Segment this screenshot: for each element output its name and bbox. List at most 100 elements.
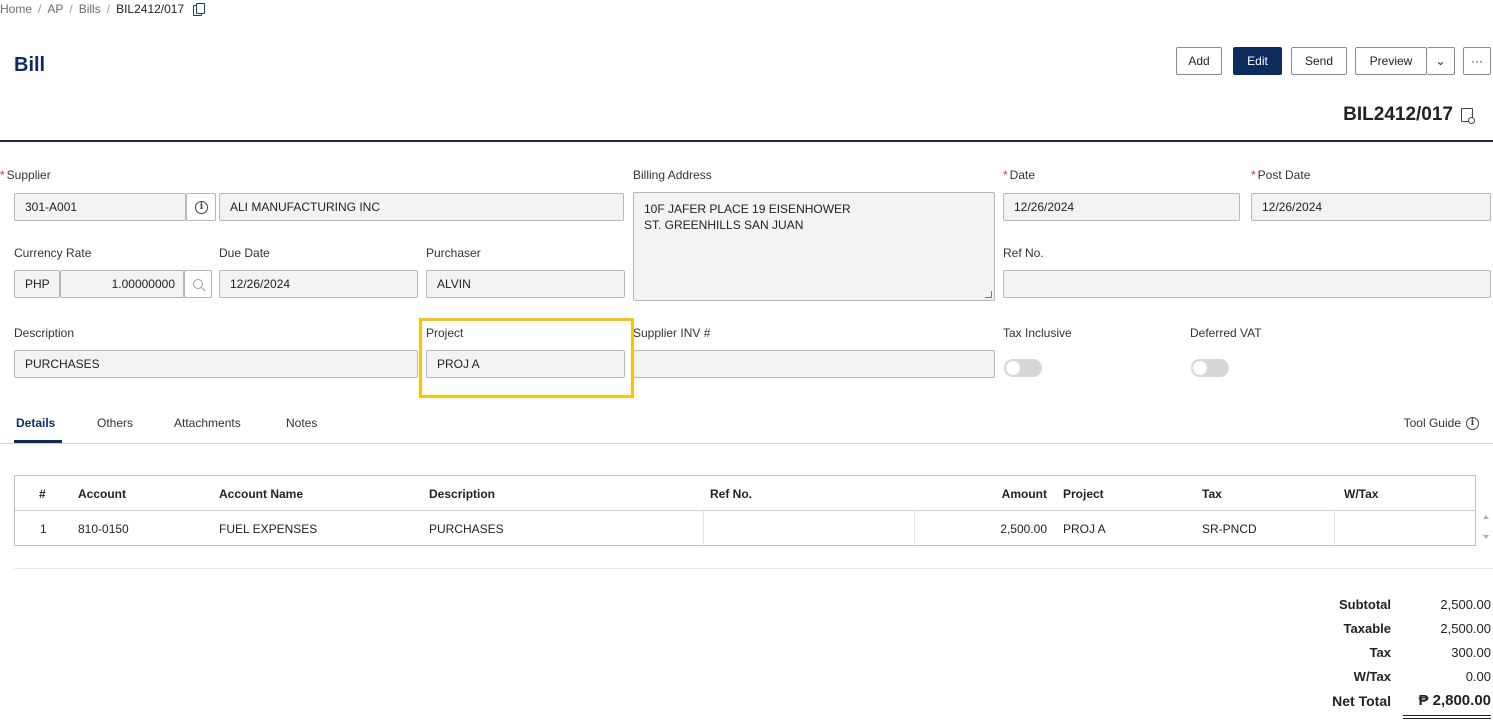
tax-label: Tax — [1369, 645, 1391, 660]
copy-icon[interactable] — [193, 3, 206, 16]
ref-no-field[interactable] — [1003, 270, 1491, 298]
subtotal-value: 2,500.00 — [1440, 597, 1491, 612]
header-divider — [0, 140, 1493, 142]
supplier-label: * Supplier — [0, 168, 51, 182]
column-header-ref-no[interactable]: Ref No. — [710, 476, 752, 511]
post-date-label: * Post Date — [1251, 168, 1311, 182]
ref-no-label: Ref No. — [1003, 246, 1044, 260]
tab-details[interactable]: Details — [16, 416, 55, 430]
supplier-name-field[interactable]: ALI MANUFACTURING INC — [219, 193, 624, 221]
tax-value: 300.00 — [1451, 645, 1491, 660]
chevron-down-icon: ⌄ — [1435, 54, 1446, 68]
rate-lookup-button[interactable] — [184, 270, 212, 298]
breadcrumb-separator: / — [38, 2, 42, 16]
tax-inclusive-toggle[interactable] — [1004, 359, 1042, 377]
cell-tax[interactable]: SR-PNCD — [1202, 511, 1257, 546]
preview-dropdown-button[interactable]: ⌄ — [1427, 47, 1455, 75]
cell-project[interactable]: PROJ A — [1063, 511, 1106, 546]
bill-lines-table: # Account Account Name Description Ref N… — [14, 475, 1476, 546]
due-date-label: Due Date — [219, 246, 270, 260]
purchaser-field[interactable]: ALVIN — [426, 270, 625, 298]
column-header-amount[interactable]: Amount — [914, 476, 1047, 511]
scroll-down-icon[interactable] — [1483, 535, 1489, 539]
ellipsis-icon: ··· — [1471, 54, 1483, 68]
cell-number: 1 — [40, 521, 47, 536]
date-label: * Date — [1003, 168, 1036, 182]
breadcrumb: Home / AP / Bills / BIL2412/017 — [0, 2, 206, 16]
more-actions-button[interactable]: ··· — [1463, 47, 1491, 75]
resize-handle-icon[interactable] — [985, 291, 992, 298]
taxable-label: Taxable — [1343, 621, 1391, 636]
section-divider — [14, 568, 1493, 569]
column-divider — [1334, 511, 1335, 546]
toggle-knob — [1006, 361, 1020, 375]
subtotal-label: Subtotal — [1339, 597, 1391, 612]
send-button[interactable]: Send — [1291, 47, 1347, 75]
net-total-label: Net Total — [1332, 693, 1391, 709]
page-title: Bill — [14, 54, 46, 76]
column-header-account-name[interactable]: Account Name — [219, 476, 303, 511]
tabs-divider — [0, 443, 1493, 444]
tab-others[interactable]: Others — [97, 416, 133, 430]
billing-address-field[interactable]: 10F JAFER PLACE 19 EISENHOWER ST. GREENH… — [633, 192, 995, 301]
purchaser-label: Purchaser — [426, 246, 481, 260]
breadcrumb-ap[interactable]: AP — [47, 2, 63, 16]
column-header-account[interactable]: Account — [78, 476, 126, 511]
net-total-double-underline — [1403, 715, 1491, 719]
column-divider — [703, 511, 704, 546]
currency-rate-label: Currency Rate — [14, 246, 92, 260]
document-number-text: BIL2412/017 — [1343, 104, 1453, 125]
rate-field[interactable]: 1.00000000 — [60, 270, 184, 298]
document-search-icon[interactable] — [1461, 108, 1475, 124]
search-icon — [193, 279, 203, 289]
cell-account-name[interactable]: FUEL EXPENSES — [219, 511, 317, 546]
taxable-value: 2,500.00 — [1440, 621, 1491, 636]
project-highlight-box — [419, 318, 634, 398]
wtax-label: W/Tax — [1353, 669, 1391, 684]
supplier-info-button[interactable]: i — [186, 193, 216, 221]
column-header-project[interactable]: Project — [1063, 476, 1104, 511]
table-row[interactable]: 1 810-0150 FUEL EXPENSES PURCHASES 2,500… — [15, 511, 1475, 546]
tax-inclusive-label: Tax Inclusive — [1003, 326, 1072, 340]
net-total-value: ₱ 2,800.00 — [1418, 692, 1491, 709]
tab-notes[interactable]: Notes — [286, 416, 317, 430]
column-header-description[interactable]: Description — [429, 476, 495, 511]
table-header: # Account Account Name Description Ref N… — [15, 476, 1475, 511]
breadcrumb-home[interactable]: Home — [0, 2, 32, 16]
document-number: BIL2412/017 — [1343, 104, 1475, 126]
billing-address-label: Billing Address — [633, 168, 712, 182]
breadcrumb-current: BIL2412/017 — [116, 2, 185, 16]
due-date-field[interactable]: 12/26/2024 — [219, 270, 418, 298]
wtax-value: 0.00 — [1465, 669, 1491, 684]
column-header-number: # — [39, 486, 46, 501]
supplier-inv-field[interactable] — [633, 350, 995, 378]
scroll-up-icon[interactable] — [1483, 515, 1489, 519]
table-scrollbar[interactable] — [1480, 475, 1492, 546]
description-label: Description — [14, 326, 75, 340]
currency-field[interactable]: PHP — [14, 270, 60, 298]
tool-guide-label: Tool Guide — [1403, 416, 1461, 430]
tab-attachments[interactable]: Attachments — [174, 416, 241, 430]
tool-guide-link[interactable]: Tool Guide i — [1404, 416, 1479, 430]
deferred-vat-toggle[interactable] — [1191, 359, 1229, 377]
info-icon: i — [195, 200, 208, 214]
column-header-wtax[interactable]: W/Tax — [1344, 476, 1378, 511]
breadcrumb-bills[interactable]: Bills — [79, 2, 101, 16]
edit-button[interactable]: Edit — [1233, 47, 1282, 75]
info-icon: i — [1466, 416, 1479, 430]
cell-description[interactable]: PURCHASES — [429, 511, 504, 546]
column-header-tax[interactable]: Tax — [1202, 476, 1222, 511]
add-button[interactable]: Add — [1176, 47, 1222, 75]
preview-button[interactable]: Preview — [1355, 47, 1427, 75]
breadcrumb-separator: / — [106, 2, 111, 16]
cell-amount[interactable]: 2,500.00 — [914, 511, 1047, 546]
description-field[interactable]: PURCHASES — [14, 350, 418, 378]
toggle-knob — [1193, 361, 1207, 375]
billing-address-text: 10F JAFER PLACE 19 EISENHOWER ST. GREENH… — [644, 202, 851, 232]
date-field[interactable]: 12/26/2024 — [1003, 193, 1240, 221]
supplier-code-field[interactable]: 301-A001 — [14, 193, 186, 221]
deferred-vat-label: Deferred VAT — [1190, 326, 1262, 340]
post-date-field[interactable]: 12/26/2024 — [1251, 193, 1491, 221]
supplier-inv-label: Supplier INV # — [633, 326, 711, 340]
cell-account[interactable]: 810-0150 — [78, 511, 129, 546]
